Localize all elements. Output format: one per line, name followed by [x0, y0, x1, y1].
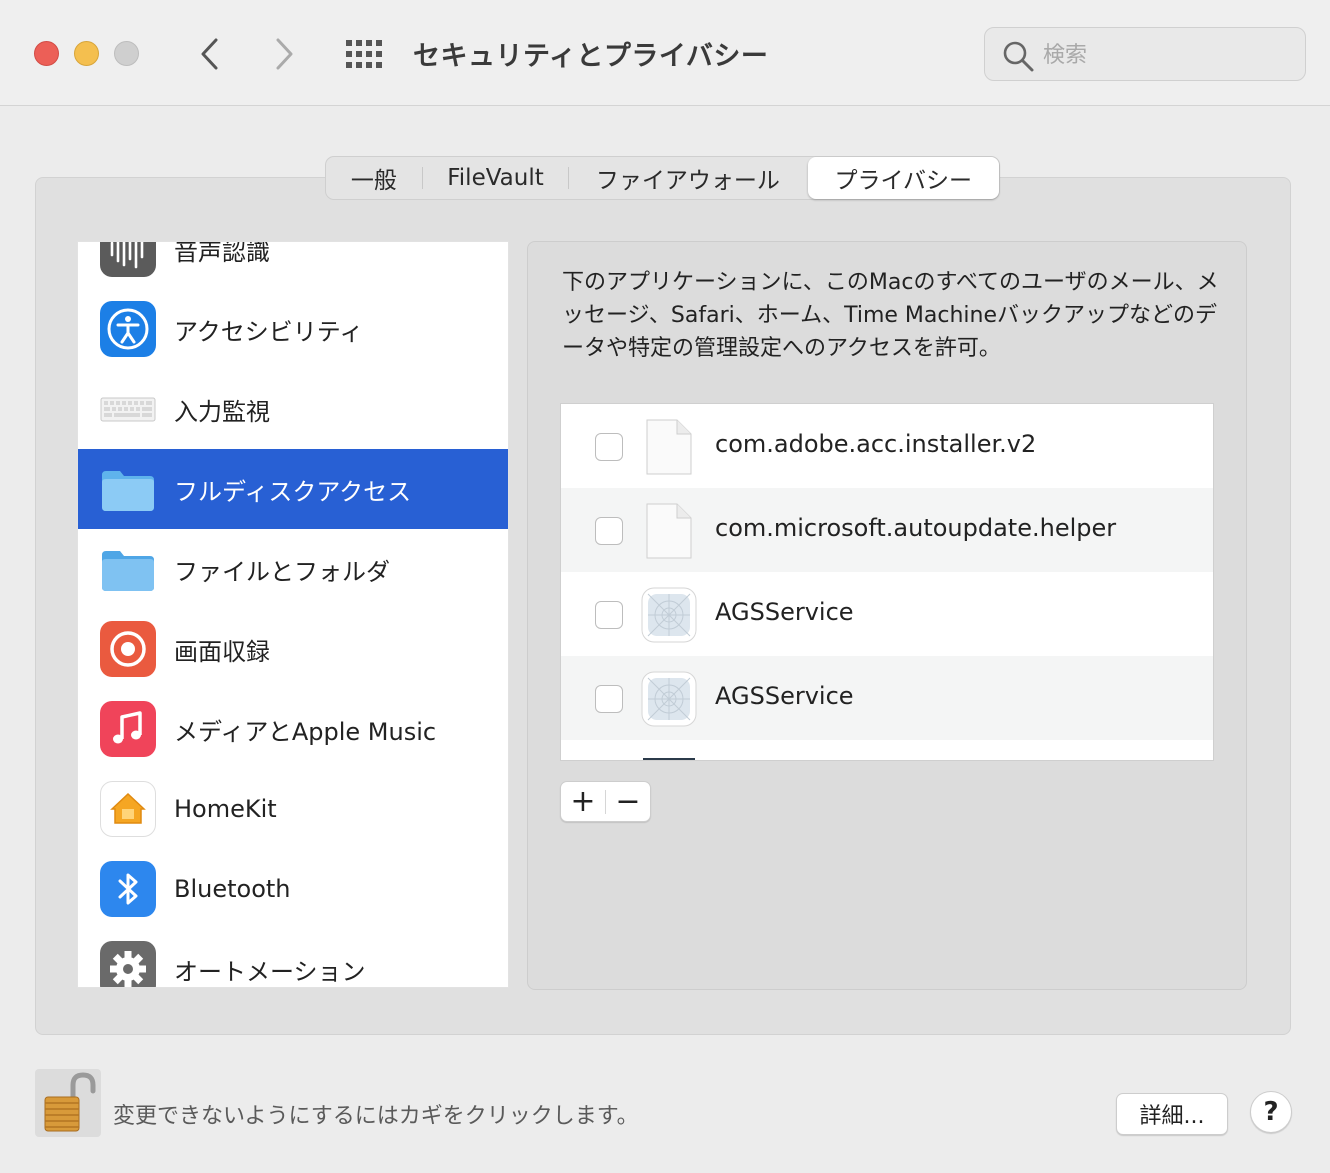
sidebar-item-label: 入力監視 — [174, 397, 270, 426]
document-icon — [646, 503, 692, 559]
sidebar-item-speech-recognition[interactable]: 音声認識 — [78, 241, 508, 289]
screen-record-icon — [100, 621, 156, 677]
app-checkbox[interactable] — [595, 685, 623, 713]
document-icon — [646, 419, 692, 475]
zoom-window-button[interactable] — [114, 41, 139, 66]
grid-icon — [346, 40, 382, 68]
table-row[interactable] — [561, 740, 1213, 760]
gear-icon — [100, 941, 156, 987]
sidebar-item-label: Bluetooth — [174, 875, 291, 903]
sidebar-item-screen-recording[interactable]: 画面収録 — [78, 609, 508, 689]
window-title: セキュリティとプライバシー — [413, 41, 769, 72]
app-name: AGSService — [715, 682, 854, 710]
sidebar-item-label: ファイルとフォルダ — [174, 557, 390, 586]
sidebar-item-label: 音声認識 — [174, 241, 270, 266]
description-text: 下のアプリケーションに、このMacのすべてのユーザのメール、メッセージ、Safa… — [562, 270, 1219, 361]
forward-button[interactable] — [264, 32, 304, 76]
sidebar-item-files-and-folders[interactable]: ファイルとフォルダ — [78, 529, 508, 609]
sidebar-item-label: 画面収録 — [174, 637, 270, 666]
sidebar-item-label: アクセシビリティ — [174, 317, 364, 346]
app-checkbox[interactable] — [595, 601, 623, 629]
app-icon-partial — [643, 758, 695, 760]
search-icon — [1003, 41, 1034, 72]
tab-privacy[interactable]: プライバシー — [807, 157, 1000, 199]
chevron-right-icon — [276, 38, 293, 70]
folder-icon — [102, 471, 154, 511]
sidebar-item-input-monitoring[interactable]: 入力監視 — [78, 369, 508, 449]
add-remove-control: + − — [560, 781, 651, 822]
sidebar-item-label: HomeKit — [174, 795, 277, 823]
tab-firewall[interactable]: ファイアウォール — [569, 158, 806, 198]
table-row[interactable]: com.microsoft.autoupdate.helper — [561, 488, 1213, 572]
app-name: com.microsoft.autoupdate.helper — [715, 514, 1117, 542]
search-box[interactable] — [984, 27, 1306, 81]
sidebar-item-label: メディアとApple Music — [174, 717, 437, 746]
sidebar-item-automation[interactable]: オートメーション — [78, 929, 508, 987]
sidebar-item-accessibility[interactable]: アクセシビリティ — [78, 289, 508, 369]
back-button[interactable] — [190, 32, 230, 76]
privacy-category-list[interactable]: 音声認識 アクセシビリティ 入力監視 フルディスクアクセス ファイルとフォルダ … — [77, 241, 509, 988]
app-name: AGSService — [715, 598, 854, 626]
padlock-open-icon — [35, 1069, 101, 1137]
minimize-window-button[interactable] — [74, 41, 99, 66]
tab-general[interactable]: 一般 — [326, 158, 422, 198]
sidebar-item-label: オートメーション — [174, 957, 366, 986]
search-input[interactable] — [1043, 38, 1293, 72]
add-button[interactable]: + — [561, 782, 605, 821]
app-list[interactable]: com.adobe.acc.installer.v2 com.microsoft… — [560, 403, 1214, 761]
table-row[interactable]: AGSService — [561, 656, 1213, 740]
lock-button[interactable] — [35, 1069, 101, 1137]
app-name: com.adobe.acc.installer.v2 — [715, 430, 1037, 458]
close-window-button[interactable] — [34, 41, 59, 66]
folder-icon — [102, 551, 154, 591]
waveform-icon — [100, 242, 156, 277]
sidebar-item-homekit[interactable]: HomeKit — [78, 769, 508, 849]
app-checkbox[interactable] — [595, 433, 623, 461]
table-row[interactable]: AGSService — [561, 572, 1213, 656]
help-button[interactable]: ? — [1250, 1091, 1292, 1133]
bluetooth-icon — [100, 861, 156, 917]
accessibility-icon — [100, 301, 156, 357]
title-bar: セキュリティとプライバシー — [0, 0, 1330, 106]
remove-button[interactable]: − — [606, 782, 650, 821]
show-all-button[interactable] — [344, 36, 386, 72]
app-placeholder-icon — [641, 671, 697, 727]
app-checkbox[interactable] — [595, 517, 623, 545]
table-row[interactable]: com.adobe.acc.installer.v2 — [561, 404, 1213, 488]
tab-bar: 一般 FileVault ファイアウォール プライバシー — [325, 156, 1000, 200]
sidebar-item-media-apple-music[interactable]: メディアとApple Music — [78, 689, 508, 769]
home-icon — [100, 781, 156, 837]
chevron-left-icon — [201, 38, 218, 70]
sidebar-item-label: フルディスクアクセス — [174, 477, 412, 506]
tab-filevault[interactable]: FileVault — [423, 158, 569, 198]
lock-hint-text: 変更できないようにするにはカギをクリックします。 — [113, 1104, 639, 1129]
sidebar-item-bluetooth[interactable]: Bluetooth — [78, 849, 508, 929]
advanced-button[interactable]: 詳細... — [1116, 1093, 1228, 1135]
app-placeholder-icon — [641, 587, 697, 643]
sidebar-item-full-disk-access[interactable]: フルディスクアクセス — [78, 449, 508, 529]
music-icon — [100, 701, 156, 757]
keyboard-icon — [100, 397, 156, 422]
